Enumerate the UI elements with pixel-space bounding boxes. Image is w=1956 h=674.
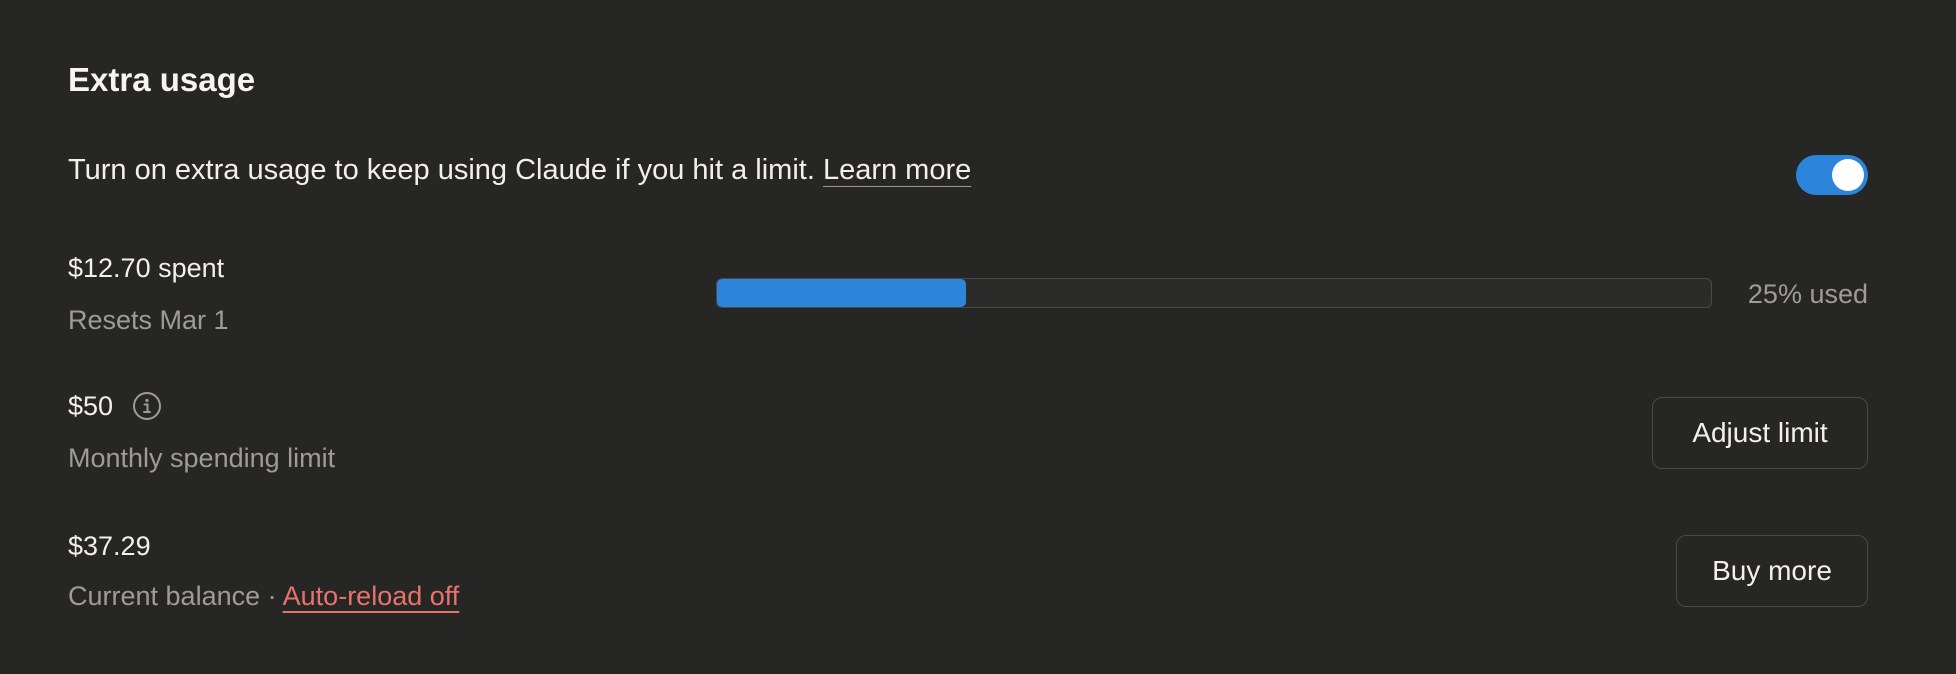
spent-amount: $12.70 spent	[68, 253, 225, 283]
usage-progress-fill	[717, 279, 966, 307]
limit-amount: $50	[68, 391, 114, 421]
info-icon[interactable]	[132, 391, 162, 421]
toggle-knob	[1832, 159, 1864, 191]
balance-amount: $37.29	[68, 531, 151, 561]
extra-usage-panel: Extra usage Turn on extra usage to keep …	[0, 0, 1956, 674]
limit-description: Monthly spending limit	[68, 443, 336, 473]
resets-date: Resets Mar 1	[68, 305, 229, 335]
learn-more-link[interactable]: Learn more	[823, 154, 971, 186]
usage-percent-label: 25% used	[1747, 279, 1868, 309]
extra-usage-toggle[interactable]	[1796, 155, 1868, 195]
section-title: Extra usage	[68, 61, 256, 98]
usage-progress-bar	[716, 278, 1712, 308]
separator-dot: ·	[267, 581, 277, 611]
balance-description: Current balance	[68, 581, 261, 611]
buy-more-button[interactable]: Buy more	[1676, 535, 1868, 607]
auto-reload-link[interactable]: Auto-reload off	[283, 581, 460, 611]
balance-description-line: Current balance · Auto-reload off	[68, 578, 459, 614]
extra-usage-description: Turn on extra usage to keep using Claude…	[68, 150, 971, 190]
adjust-limit-button[interactable]: Adjust limit	[1652, 397, 1868, 469]
description-text: Turn on extra usage to keep using Claude…	[68, 154, 823, 186]
